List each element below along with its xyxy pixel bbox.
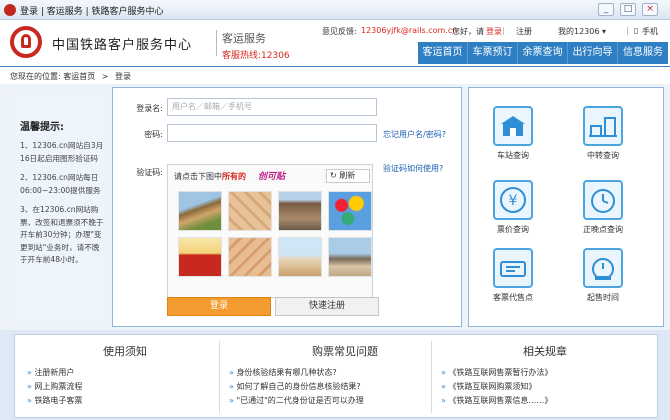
password-label: 密码:	[144, 130, 163, 139]
regulation-link[interactable]: » 《铁路互联网售票暂行办法》	[441, 367, 552, 378]
refresh-icon: ↻	[330, 171, 340, 180]
station-query-button[interactable]	[493, 106, 533, 146]
company-name: 中国铁路客户服务中心	[52, 38, 193, 53]
mobile-link[interactable]: 手机	[642, 26, 658, 37]
app-logo-icon	[4, 4, 16, 16]
clock-icon	[591, 189, 615, 213]
yen-icon: ¥	[500, 187, 526, 213]
tips-panel: 温馨提示: 1、12306.cn网站自3月16日起启用图形验证码 2、12306…	[12, 92, 108, 324]
header-divider	[216, 30, 217, 56]
captcha-refresh-button[interactable]: ↻ 刷新	[326, 169, 370, 183]
tips-heading: 温馨提示:	[20, 122, 64, 133]
header-register-link[interactable]: 注册	[516, 26, 532, 37]
breadcrumb: 您现在的位置: 客运首页 > 登录	[0, 66, 670, 84]
tip-item: 1、12306.cn网站自3月16日起启用图形验证码	[20, 141, 104, 163]
nav-home[interactable]: 客运首页	[418, 42, 468, 64]
agency-query-button[interactable]	[493, 248, 533, 288]
info-panel: 使用须知 » 注册新用户 » 网上购票流程 » 铁路电子客票 购票常见问题 » …	[14, 334, 658, 418]
captcha-image-camels[interactable]	[328, 237, 372, 277]
username-label: 登录名:	[136, 104, 163, 113]
my12306-menu[interactable]: 我的12306 ▾	[558, 26, 606, 37]
header-login-link[interactable]: 登录	[486, 26, 502, 37]
captcha-prompt: 请点击下图中所有的	[174, 172, 246, 181]
transfer-icon	[589, 117, 617, 137]
captcha-label: 验证码:	[136, 168, 163, 177]
regulation-link[interactable]: » 《铁路互联网售票信息……》	[441, 395, 552, 406]
regulation-link[interactable]: » 《铁路互联网购票须知》	[441, 381, 536, 392]
fare-query-label: 票价查询	[497, 225, 529, 234]
faq-heading: 购票常见问题	[312, 345, 378, 358]
railway-logo-icon	[10, 26, 42, 58]
delay-query-label: 正晚点查询	[583, 225, 623, 234]
sale-time-button[interactable]	[583, 248, 623, 288]
greeting: 您好，请	[452, 27, 484, 36]
transfer-query-label: 中转查询	[587, 151, 619, 160]
usage-link[interactable]: » 铁路电子客票	[27, 395, 82, 406]
captcha-image-shoes[interactable]	[278, 237, 322, 277]
minimize-button[interactable]: _	[598, 3, 614, 16]
breadcrumb-current: 登录	[115, 72, 132, 81]
nav-info-service[interactable]: 信息服务	[618, 42, 668, 64]
feedback-label: 意见反馈:	[322, 27, 357, 36]
station-query-label: 车站查询	[497, 151, 529, 160]
login-form: 登录名: 用户名／邮箱／手机号 密码: 忘记用户名/密码? 验证码: 验证码如何…	[112, 87, 462, 327]
captcha-image-bandage-2[interactable]	[228, 237, 272, 277]
password-input[interactable]	[167, 124, 377, 142]
main-nav: 客运首页 车票预订 余票查询 出行向导 信息服务	[418, 42, 668, 64]
login-button[interactable]: 登录	[167, 297, 271, 316]
window-title: 登录 | 客运服务 | 铁路客户服务中心	[20, 7, 164, 17]
faq-link[interactable]: » "已通过"的二代身份证是否可以办理	[229, 395, 364, 406]
breadcrumb-home-link[interactable]: 客运首页	[63, 72, 95, 81]
tip-item: 3、在12306.cn网站购票、改签和退票须不晚于开车前30分钟；办理"变更到站…	[20, 205, 104, 264]
close-button[interactable]: ×	[642, 3, 658, 16]
captcha-target-word: 创可贴	[258, 172, 286, 182]
captcha-image-church[interactable]	[278, 191, 322, 231]
feedback-email-link[interactable]: 12306yjfk@rails.com.cn	[361, 26, 457, 35]
link-divider: |	[502, 26, 505, 35]
captcha-image-bandage[interactable]	[228, 191, 272, 231]
captcha-image-balloons[interactable]	[328, 191, 372, 231]
services-panel: 车站查询 中转查询 ¥ 票价查询 正晚点查询 客票代售点 起售时间	[468, 87, 664, 327]
faq-link[interactable]: » 身份核验结果有哪几种状态?	[229, 367, 337, 378]
usage-notes-heading: 使用须知	[103, 345, 147, 358]
captcha-image-horse[interactable]	[178, 191, 222, 231]
quick-register-button[interactable]: 快速注册	[275, 297, 379, 316]
captcha-box: 请点击下图中所有的 创可贴 ↻ 刷新	[167, 164, 373, 298]
nav-remaining-tickets[interactable]: 余票查询	[518, 42, 568, 64]
breadcrumb-prefix: 您现在的位置:	[10, 72, 61, 81]
username-input[interactable]: 用户名／邮箱／手机号	[167, 98, 377, 116]
service-title: 客运服务	[222, 32, 266, 45]
hotline: 客服热线:12306	[222, 51, 290, 61]
delay-query-button[interactable]	[583, 180, 623, 220]
alarm-icon	[592, 258, 614, 280]
transfer-query-button[interactable]	[583, 106, 623, 146]
captcha-image-popcorn[interactable]	[178, 237, 222, 277]
station-icon	[501, 116, 525, 136]
tip-item: 2、12306.cn网站每日06:00~23:00提供服务	[20, 173, 101, 195]
maximize-button[interactable]: □	[620, 3, 636, 16]
phone-icon: ▯	[634, 26, 639, 35]
column-divider	[219, 341, 220, 413]
window-titlebar: 登录 | 客运服务 | 铁路客户服务中心 _ □ ×	[0, 0, 670, 20]
usage-link[interactable]: » 注册新用户	[27, 367, 74, 378]
nav-travel-guide[interactable]: 出行向导	[568, 42, 618, 64]
column-divider	[431, 341, 432, 413]
forgot-password-link[interactable]: 忘记用户名/密码?	[383, 129, 446, 140]
nav-booking[interactable]: 车票预订	[468, 42, 518, 64]
captcha-help-link[interactable]: 验证码如何使用?	[383, 163, 443, 174]
ticket-icon	[500, 261, 526, 277]
faq-link[interactable]: » 如何了解自己的身份信息核验结果?	[229, 381, 361, 392]
breadcrumb-separator: >	[101, 72, 109, 81]
fare-query-button[interactable]: ¥	[493, 180, 533, 220]
agency-query-label: 客票代售点	[493, 293, 533, 302]
svg-text:¥: ¥	[509, 193, 518, 209]
regulations-heading: 相关规章	[523, 345, 567, 358]
usage-link[interactable]: » 网上购票流程	[27, 381, 82, 392]
sale-time-label: 起售时间	[587, 293, 619, 302]
link-divider: |	[626, 26, 629, 35]
